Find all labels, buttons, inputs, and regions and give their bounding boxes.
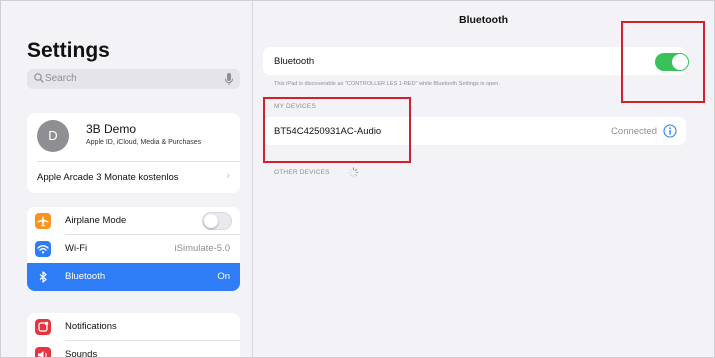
loading-spinner-icon [348,167,359,178]
wifi-icon [35,241,51,257]
profile-subtitle: Apple ID, iCloud, Media & Purchases [86,139,202,146]
wifi-network-value: iSimulate-5.0 [174,243,230,254]
other-devices-header: OTHER DEVICES [274,169,330,176]
microphone-icon[interactable] [224,72,234,86]
sidebar-item-airplane-mode[interactable]: Airplane Mode [27,207,240,235]
avatar[interactable]: D [37,120,69,152]
bluetooth-icon [35,269,51,285]
my-devices-highlight-box [263,97,411,163]
sidebar-item-label: Sounds [65,349,98,358]
profile-name[interactable]: 3B Demo [86,122,136,136]
discoverable-note: This iPad is discoverable as "CONTROLLER… [274,81,500,87]
connectivity-group: Airplane Mode Wi-Fi iSimulate-5.0 Blueto… [27,207,240,291]
airplane-icon [35,213,51,229]
sidebar-item-label: Wi-Fi [65,243,88,254]
settings-window: Settings Search D 3B Demo Apple ID, iClo… [0,0,715,358]
profile-card: D 3B Demo Apple ID, iCloud, Media & Purc… [27,113,240,193]
sidebar-title: Settings [27,39,110,62]
apple-arcade-row[interactable]: Apple Arcade 3 Monate kostenlos › [27,161,240,193]
sidebar-item-sounds[interactable]: Sounds [27,341,240,358]
sidebar-item-label: Airplane Mode [65,215,127,226]
notifications-icon [35,319,51,335]
bluetooth-label: Bluetooth [274,56,315,67]
sidebar: Settings Search D 3B Demo Apple ID, iClo… [1,1,253,357]
toggle-knob [204,214,218,228]
info-icon[interactable] [663,124,677,138]
search-placeholder: Search [45,73,77,84]
sounds-icon [35,347,51,357]
sidebar-item-label: Notifications [65,321,117,332]
apple-arcade-label: Apple Arcade 3 Monate kostenlos [37,172,179,183]
device-status: Connected [611,126,657,137]
search-field[interactable]: Search [27,69,240,89]
search-icon [34,73,44,83]
toggle-highlight-box [621,21,705,103]
bluetooth-status-value: On [217,271,230,282]
notifications-group: Notifications Sounds [27,313,240,358]
sidebar-item-notifications[interactable]: Notifications [27,313,240,341]
sidebar-item-wifi[interactable]: Wi-Fi iSimulate-5.0 [27,235,240,263]
chevron-right-icon: › [226,170,230,182]
sidebar-item-bluetooth[interactable]: Bluetooth On [27,263,240,291]
sidebar-item-label: Bluetooth [65,271,106,282]
airplane-mode-toggle[interactable] [202,212,232,230]
